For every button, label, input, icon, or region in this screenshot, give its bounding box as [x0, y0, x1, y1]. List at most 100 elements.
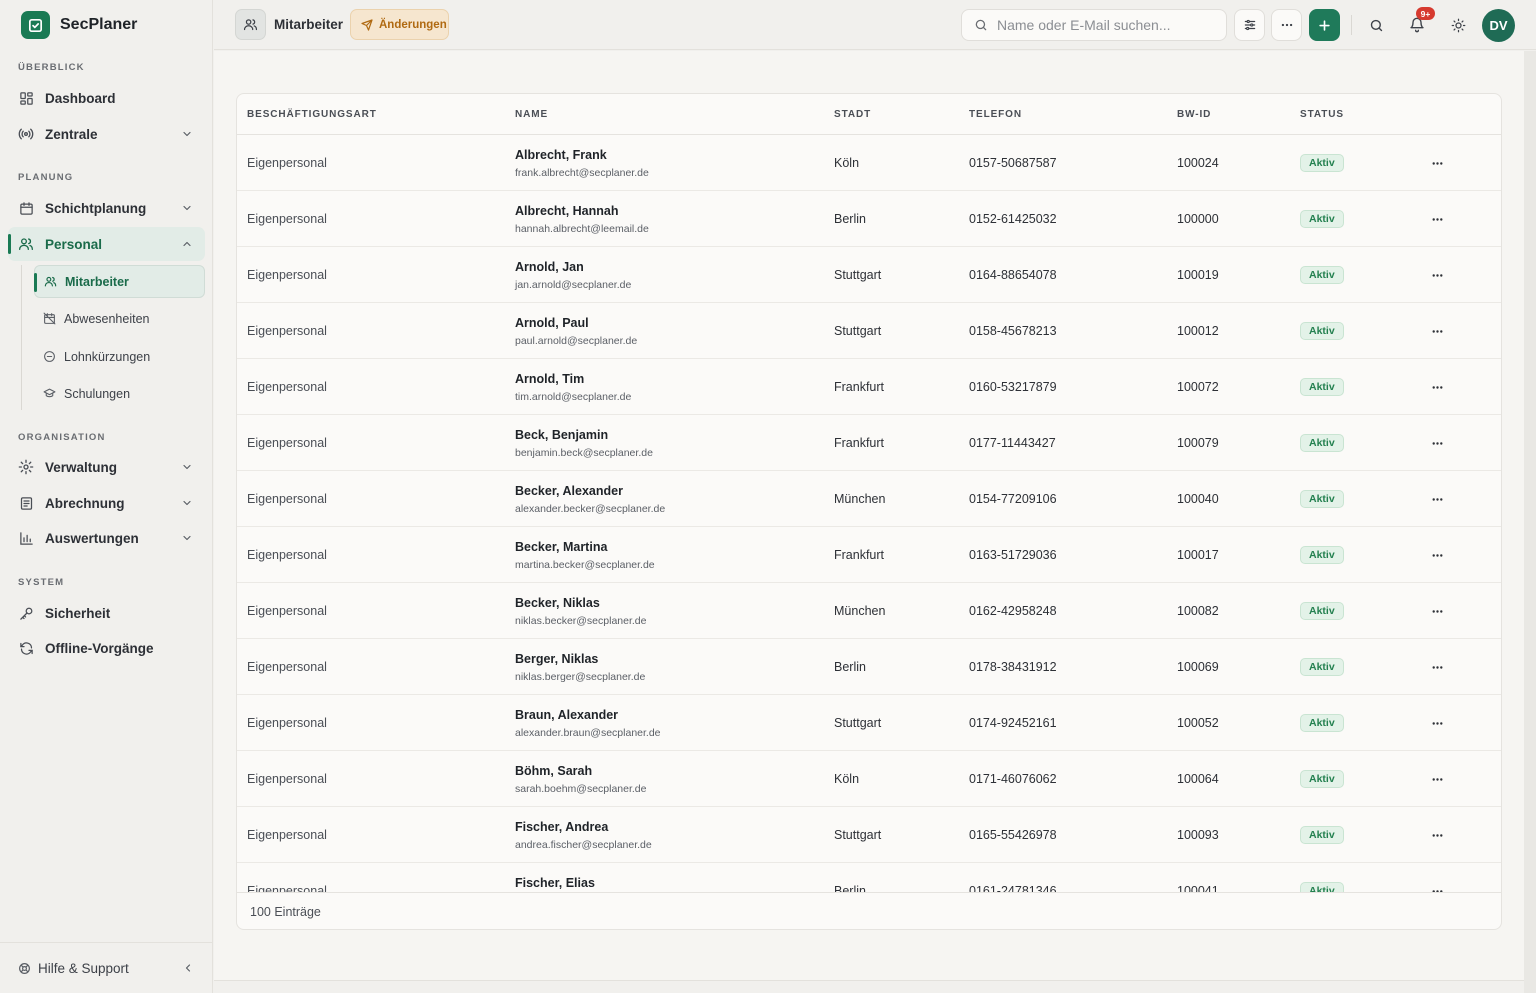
- row-actions-button[interactable]: [1428, 548, 1446, 562]
- table-row[interactable]: Eigenpersonal Fischer, Andrea andrea.fisch…: [237, 807, 1501, 863]
- column-header-city[interactable]: STADT: [834, 109, 871, 120]
- employee-phone: 0152-61425032: [969, 212, 1057, 226]
- brand-name: SecPlaner: [60, 16, 138, 33]
- avatar[interactable]: DV: [1482, 9, 1515, 42]
- column-header-phone[interactable]: TELEFON: [969, 109, 1022, 120]
- refresh-icon: [18, 640, 34, 656]
- global-search-icon[interactable]: [1367, 16, 1385, 34]
- more-horizontal-icon: [1432, 609, 1442, 613]
- employee-name[interactable]: Beck, Benjamin: [515, 428, 608, 442]
- row-actions-button[interactable]: [1428, 660, 1446, 674]
- column-header-name[interactable]: NAME: [515, 109, 548, 120]
- table-row[interactable]: Eigenpersonal Becker, Martina martina.beck…: [237, 527, 1501, 583]
- filter-button[interactable]: [1234, 9, 1265, 41]
- table-row[interactable]: Eigenpersonal Arnold, Jan jan.arnold@secpl…: [237, 247, 1501, 303]
- employee-name[interactable]: Braun, Alexander: [515, 708, 618, 722]
- more-horizontal-icon: [1432, 161, 1442, 165]
- changes-button[interactable]: Änderungen: [350, 9, 449, 40]
- help-support-link[interactable]: Hilfe & Support: [0, 942, 213, 993]
- employee-name[interactable]: Albrecht, Hannah: [515, 204, 619, 218]
- column-header-type[interactable]: BESCHÄFTIGUNGSART: [247, 109, 377, 120]
- employee-name[interactable]: Becker, Alexander: [515, 484, 623, 498]
- table-row[interactable]: Eigenpersonal Braun, Alexander alexander.b…: [237, 695, 1501, 751]
- employee-bwid: 100017: [1177, 548, 1219, 562]
- sidebar-item-personal[interactable]: Personal: [8, 227, 205, 261]
- sidebar-subitem-lohnkuerzungen[interactable]: Lohnkürzungen: [34, 340, 205, 373]
- chevron-down-icon: [181, 461, 193, 473]
- table-row[interactable]: Eigenpersonal Becker, Alexander alexander.…: [237, 471, 1501, 527]
- employee-name[interactable]: Becker, Niklas: [515, 596, 600, 610]
- row-actions-button[interactable]: [1428, 716, 1446, 730]
- table-row[interactable]: Eigenpersonal Beck, Benjamin benjamin.beck…: [237, 415, 1501, 471]
- employee-name[interactable]: Albrecht, Frank: [515, 148, 607, 162]
- sidebar-item-zentrale[interactable]: Zentrale: [8, 117, 205, 151]
- row-actions-button[interactable]: [1428, 492, 1446, 506]
- column-header-status[interactable]: STATUS: [1300, 109, 1344, 120]
- employee-name[interactable]: Arnold, Jan: [515, 260, 584, 274]
- row-actions-button[interactable]: [1428, 324, 1446, 338]
- table-row[interactable]: Eigenpersonal Arnold, Tim tim.arnold@secpl…: [237, 359, 1501, 415]
- table-row[interactable]: Eigenpersonal Böhm, Sarah sarah.boehm@secp…: [237, 751, 1501, 807]
- employee-name[interactable]: Arnold, Tim: [515, 372, 584, 386]
- chevron-down-icon: [181, 202, 193, 214]
- sidebar-item-verwaltung[interactable]: Verwaltung: [8, 450, 205, 484]
- status-badge: Aktiv: [1300, 546, 1344, 564]
- sidebar-subitem-mitarbeiter[interactable]: Mitarbeiter: [34, 265, 205, 298]
- row-actions-button[interactable]: [1428, 380, 1446, 394]
- add-employee-button[interactable]: [1309, 9, 1340, 41]
- employee-phone: 0161-24781346: [969, 884, 1057, 892]
- table-row[interactable]: Eigenpersonal Berger, Niklas niklas.berger…: [237, 639, 1501, 695]
- employee-email: hannah.albrecht@leemail.de: [515, 223, 649, 235]
- table-row[interactable]: Eigenpersonal Arnold, Paul paul.arnold@sec…: [237, 303, 1501, 359]
- send-icon: [361, 18, 373, 31]
- row-actions-button[interactable]: [1428, 828, 1446, 842]
- row-actions-button[interactable]: [1428, 884, 1446, 892]
- sidebar-item-sicherheit[interactable]: Sicherheit: [8, 596, 205, 630]
- table-row[interactable]: Eigenpersonal Fischer, Elias Berlin 0161-24…: [237, 863, 1501, 892]
- employee-name[interactable]: Becker, Martina: [515, 540, 607, 554]
- table-row[interactable]: Eigenpersonal Albrecht, Hannah hannah.albr…: [237, 191, 1501, 247]
- status-badge: Aktiv: [1300, 210, 1344, 228]
- table-row[interactable]: Eigenpersonal Becker, Niklas niklas.becker…: [237, 583, 1501, 639]
- employee-city: München: [834, 492, 886, 506]
- search-icon: [974, 18, 988, 32]
- employee-name[interactable]: Fischer, Elias: [515, 876, 595, 890]
- sidebar-subitem-abwesenheiten[interactable]: Abwesenheiten: [34, 302, 205, 335]
- table-row[interactable]: Eigenpersonal Albrecht, Frank frank.albrec…: [237, 135, 1501, 191]
- more-options-button[interactable]: [1271, 9, 1302, 41]
- sidebar-item-offline[interactable]: Offline-Vorgänge: [8, 631, 205, 665]
- row-actions-button[interactable]: [1428, 772, 1446, 786]
- scrollbar-track[interactable]: [1524, 51, 1536, 993]
- sidebar-subitem-schulungen[interactable]: Schulungen: [34, 377, 205, 410]
- sidebar-item-schichtplanung[interactable]: Schichtplanung: [8, 191, 205, 225]
- sidebar-subitem-label: Schulungen: [64, 386, 131, 401]
- row-actions-button[interactable]: [1428, 156, 1446, 170]
- employee-bwid: 100012: [1177, 324, 1219, 338]
- row-actions-button[interactable]: [1428, 212, 1446, 226]
- sidebar-item-abrechnung[interactable]: Abrechnung: [8, 486, 205, 520]
- sidebar-item-dashboard[interactable]: Dashboard: [8, 81, 205, 115]
- employee-name[interactable]: Berger, Niklas: [515, 652, 598, 666]
- employment-type: Eigenpersonal: [247, 660, 327, 674]
- sun-icon[interactable]: [1449, 16, 1467, 34]
- employee-name[interactable]: Fischer, Andrea: [515, 820, 608, 834]
- section-label-overview: ÜBERBLICK: [18, 62, 85, 73]
- sidebar-item-auswertungen[interactable]: Auswertungen: [8, 521, 205, 555]
- employee-name[interactable]: Arnold, Paul: [515, 316, 589, 330]
- brand[interactable]: SecPlaner: [21, 11, 137, 39]
- chevron-left-icon[interactable]: [182, 962, 194, 974]
- employee-bwid: 100041: [1177, 884, 1219, 892]
- more-horizontal-icon: [1432, 441, 1442, 445]
- search-box[interactable]: [961, 9, 1227, 41]
- row-actions-button[interactable]: [1428, 268, 1446, 282]
- employee-email: niklas.berger@secplaner.de: [515, 671, 646, 683]
- employee-name[interactable]: Böhm, Sarah: [515, 764, 592, 778]
- sidebar-subitem-label: Mitarbeiter: [65, 274, 129, 289]
- search-input[interactable]: [997, 17, 1217, 33]
- key-icon: [18, 605, 34, 621]
- column-header-bwid[interactable]: BW-ID: [1177, 109, 1211, 120]
- row-actions-button[interactable]: [1428, 436, 1446, 450]
- employee-phone: 0160-53217879: [969, 380, 1057, 394]
- row-actions-button[interactable]: [1428, 604, 1446, 618]
- sidebar-item-label: Auswertungen: [45, 530, 139, 546]
